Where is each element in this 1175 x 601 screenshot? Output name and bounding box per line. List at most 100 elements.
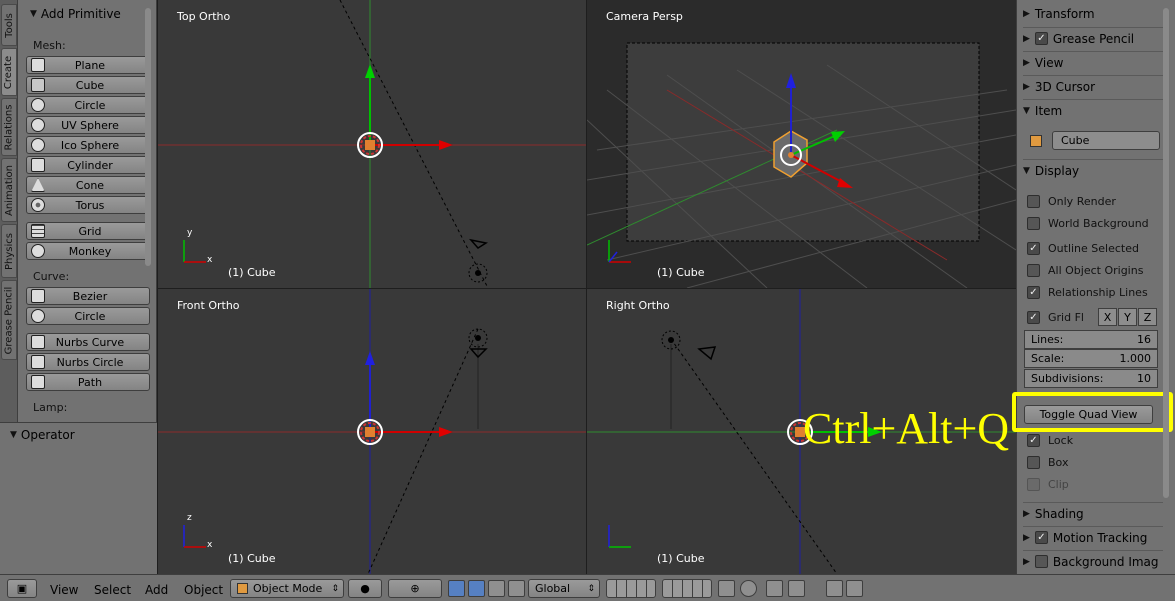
mode-selector[interactable]: Object Mode ⇕: [230, 579, 344, 598]
toggle-quad-view-button[interactable]: Toggle Quad View: [1024, 405, 1153, 424]
add-cube-button[interactable]: Cube: [26, 76, 150, 94]
add-uv-sphere-button[interactable]: UV Sphere: [26, 116, 150, 134]
layers-grid-2[interactable]: [662, 579, 712, 598]
only-render-checkbox[interactable]: [1027, 194, 1040, 208]
tab-physics[interactable]: Physics: [1, 224, 17, 278]
add-grid-button[interactable]: Grid: [26, 222, 150, 240]
display-panel-header[interactable]: ▼ Display: [1023, 159, 1163, 181]
collapse-triangle-icon: ▼: [1023, 165, 1030, 176]
option-label: Lock: [1048, 433, 1074, 447]
viewport-label: Top Ortho: [177, 10, 231, 23]
world-background-option[interactable]: World Background: [1027, 213, 1161, 233]
manipulator-toggle-icon[interactable]: [448, 580, 465, 597]
snap-element-icon[interactable]: [788, 580, 805, 597]
tab-grease-pencil[interactable]: Grease Pencil: [1, 280, 17, 360]
grid-floor-checkbox[interactable]: ✓: [1027, 310, 1040, 324]
transform-panel-header[interactable]: ▶ Transform: [1023, 3, 1163, 25]
viewport-camera-persp[interactable]: Camera Persp (1) Cube: [587, 0, 1016, 288]
add-plane-button[interactable]: Plane: [26, 56, 150, 74]
all-object-origins-option[interactable]: All Object Origins: [1027, 260, 1161, 280]
world-background-checkbox[interactable]: [1027, 216, 1040, 230]
shelf-scrollbar[interactable]: [145, 8, 151, 266]
relationship-lines-option[interactable]: ✓ Relationship Lines: [1027, 282, 1161, 302]
view-panel-header[interactable]: ▶ View: [1023, 51, 1163, 73]
item-panel-header[interactable]: ▼ Item: [1023, 99, 1163, 121]
add-cylinder-button[interactable]: Cylinder: [26, 156, 150, 174]
add-path-button[interactable]: Path: [26, 373, 150, 391]
tab-animation[interactable]: Animation: [1, 158, 17, 222]
add-menu[interactable]: Add: [145, 583, 168, 597]
add-nurbs-curve-button[interactable]: Nurbs Curve: [26, 333, 150, 351]
all-object-origins-checkbox[interactable]: [1027, 263, 1040, 277]
tab-tools[interactable]: Tools: [1, 4, 17, 46]
operator-header[interactable]: ▼ Operator: [10, 428, 75, 442]
3d-cursor-panel-header[interactable]: ▶ 3D Cursor: [1023, 75, 1163, 97]
add-cone-button[interactable]: Cone: [26, 176, 150, 194]
relationship-lines-checkbox[interactable]: ✓: [1027, 285, 1040, 299]
add-bezier-button[interactable]: Bezier: [26, 287, 150, 305]
view-menu[interactable]: View: [50, 583, 78, 597]
add-bezier-circle-button[interactable]: Circle: [26, 307, 150, 325]
snap-toggle-icon[interactable]: [766, 580, 783, 597]
add-primitive-header[interactable]: ▼ Add Primitive: [30, 7, 121, 21]
add-torus-button[interactable]: Torus: [26, 196, 150, 214]
grid-axis-y-toggle[interactable]: Y: [1118, 308, 1137, 326]
layers-grid-1[interactable]: [606, 579, 656, 598]
quad-clip-option[interactable]: Clip: [1027, 474, 1161, 494]
object-name-field[interactable]: Cube: [1052, 131, 1160, 150]
viewport-front-ortho[interactable]: Front Ortho z x (1) Cube: [158, 289, 586, 574]
add-nurbs-circle-button[interactable]: Nurbs Circle: [26, 353, 150, 371]
render-camera-icon[interactable]: [826, 580, 843, 597]
lock-layers-icon[interactable]: [718, 580, 735, 597]
translate-manipulator-icon[interactable]: [468, 580, 485, 597]
panel-title: Item: [1034, 103, 1063, 118]
outline-selected-option[interactable]: ✓ Outline Selected: [1027, 238, 1161, 258]
field-label: Scale:: [1031, 352, 1065, 365]
dropdown-arrows-icon: ⇕: [331, 583, 339, 594]
quad-box-checkbox[interactable]: [1027, 455, 1040, 469]
tab-relations[interactable]: Relations: [1, 98, 17, 156]
viewport-shading-selector[interactable]: ●: [348, 579, 382, 598]
grease-pencil-panel-header[interactable]: ▶ ✓ Grease Pencil: [1023, 27, 1163, 49]
background-images-checkbox[interactable]: [1034, 555, 1048, 568]
scale-manipulator-icon[interactable]: [508, 580, 525, 597]
select-menu[interactable]: Select: [94, 583, 131, 597]
outline-selected-checkbox[interactable]: ✓: [1027, 241, 1040, 255]
only-render-option[interactable]: Only Render: [1027, 191, 1161, 211]
rotate-manipulator-icon[interactable]: [488, 580, 505, 597]
add-ico-sphere-button[interactable]: Ico Sphere: [26, 136, 150, 154]
pivot-selector[interactable]: ⊕: [388, 579, 442, 598]
shading-panel-header[interactable]: ▶ Shading: [1023, 502, 1163, 524]
viewport-top-ortho[interactable]: Top Ortho y x (1) Cube: [158, 0, 586, 288]
grid-axis-x-toggle[interactable]: X: [1098, 308, 1117, 326]
quad-lock-option[interactable]: ✓ Lock: [1027, 430, 1161, 450]
quad-lock-checkbox[interactable]: ✓: [1027, 433, 1040, 447]
uv-sphere-icon: [31, 118, 45, 132]
grid-axis-z-toggle[interactable]: Z: [1138, 308, 1157, 326]
grid-subdivisions-field[interactable]: Subdivisions: 10: [1024, 369, 1158, 388]
grid-scale-field[interactable]: Scale: 1.000: [1024, 349, 1158, 368]
option-label: Grid Fl: [1048, 310, 1084, 324]
field-label: Lines:: [1031, 333, 1064, 346]
transform-orientation-selector[interactable]: Global ⇕: [528, 579, 600, 598]
grease-pencil-checkbox[interactable]: ✓: [1034, 32, 1048, 45]
button-label: Torus: [75, 198, 105, 212]
background-images-panel-header[interactable]: ▶ Background Imag: [1023, 550, 1163, 572]
proportional-edit-icon[interactable]: [740, 580, 757, 597]
panel-title: Grease Pencil: [1052, 31, 1135, 46]
quad-box-option[interactable]: Box: [1027, 452, 1161, 472]
properties-scrollbar[interactable]: [1163, 8, 1169, 498]
dropdown-arrows-icon: ⇕: [587, 583, 595, 594]
motion-tracking-panel-header[interactable]: ▶ ✓ Motion Tracking: [1023, 526, 1163, 548]
bezier-icon: [31, 289, 45, 303]
motion-tracking-checkbox[interactable]: ✓: [1034, 531, 1048, 544]
quad-clip-checkbox[interactable]: [1027, 477, 1040, 491]
render-animation-icon[interactable]: [846, 580, 863, 597]
add-monkey-button[interactable]: Monkey: [26, 242, 150, 260]
object-menu[interactable]: Object: [184, 583, 223, 597]
editor-type-button[interactable]: ▣: [7, 579, 37, 598]
button-label: Path: [77, 375, 103, 389]
add-circle-button[interactable]: Circle: [26, 96, 150, 114]
tab-create[interactable]: Create: [1, 48, 17, 96]
grid-lines-field[interactable]: Lines: 16: [1024, 330, 1158, 349]
